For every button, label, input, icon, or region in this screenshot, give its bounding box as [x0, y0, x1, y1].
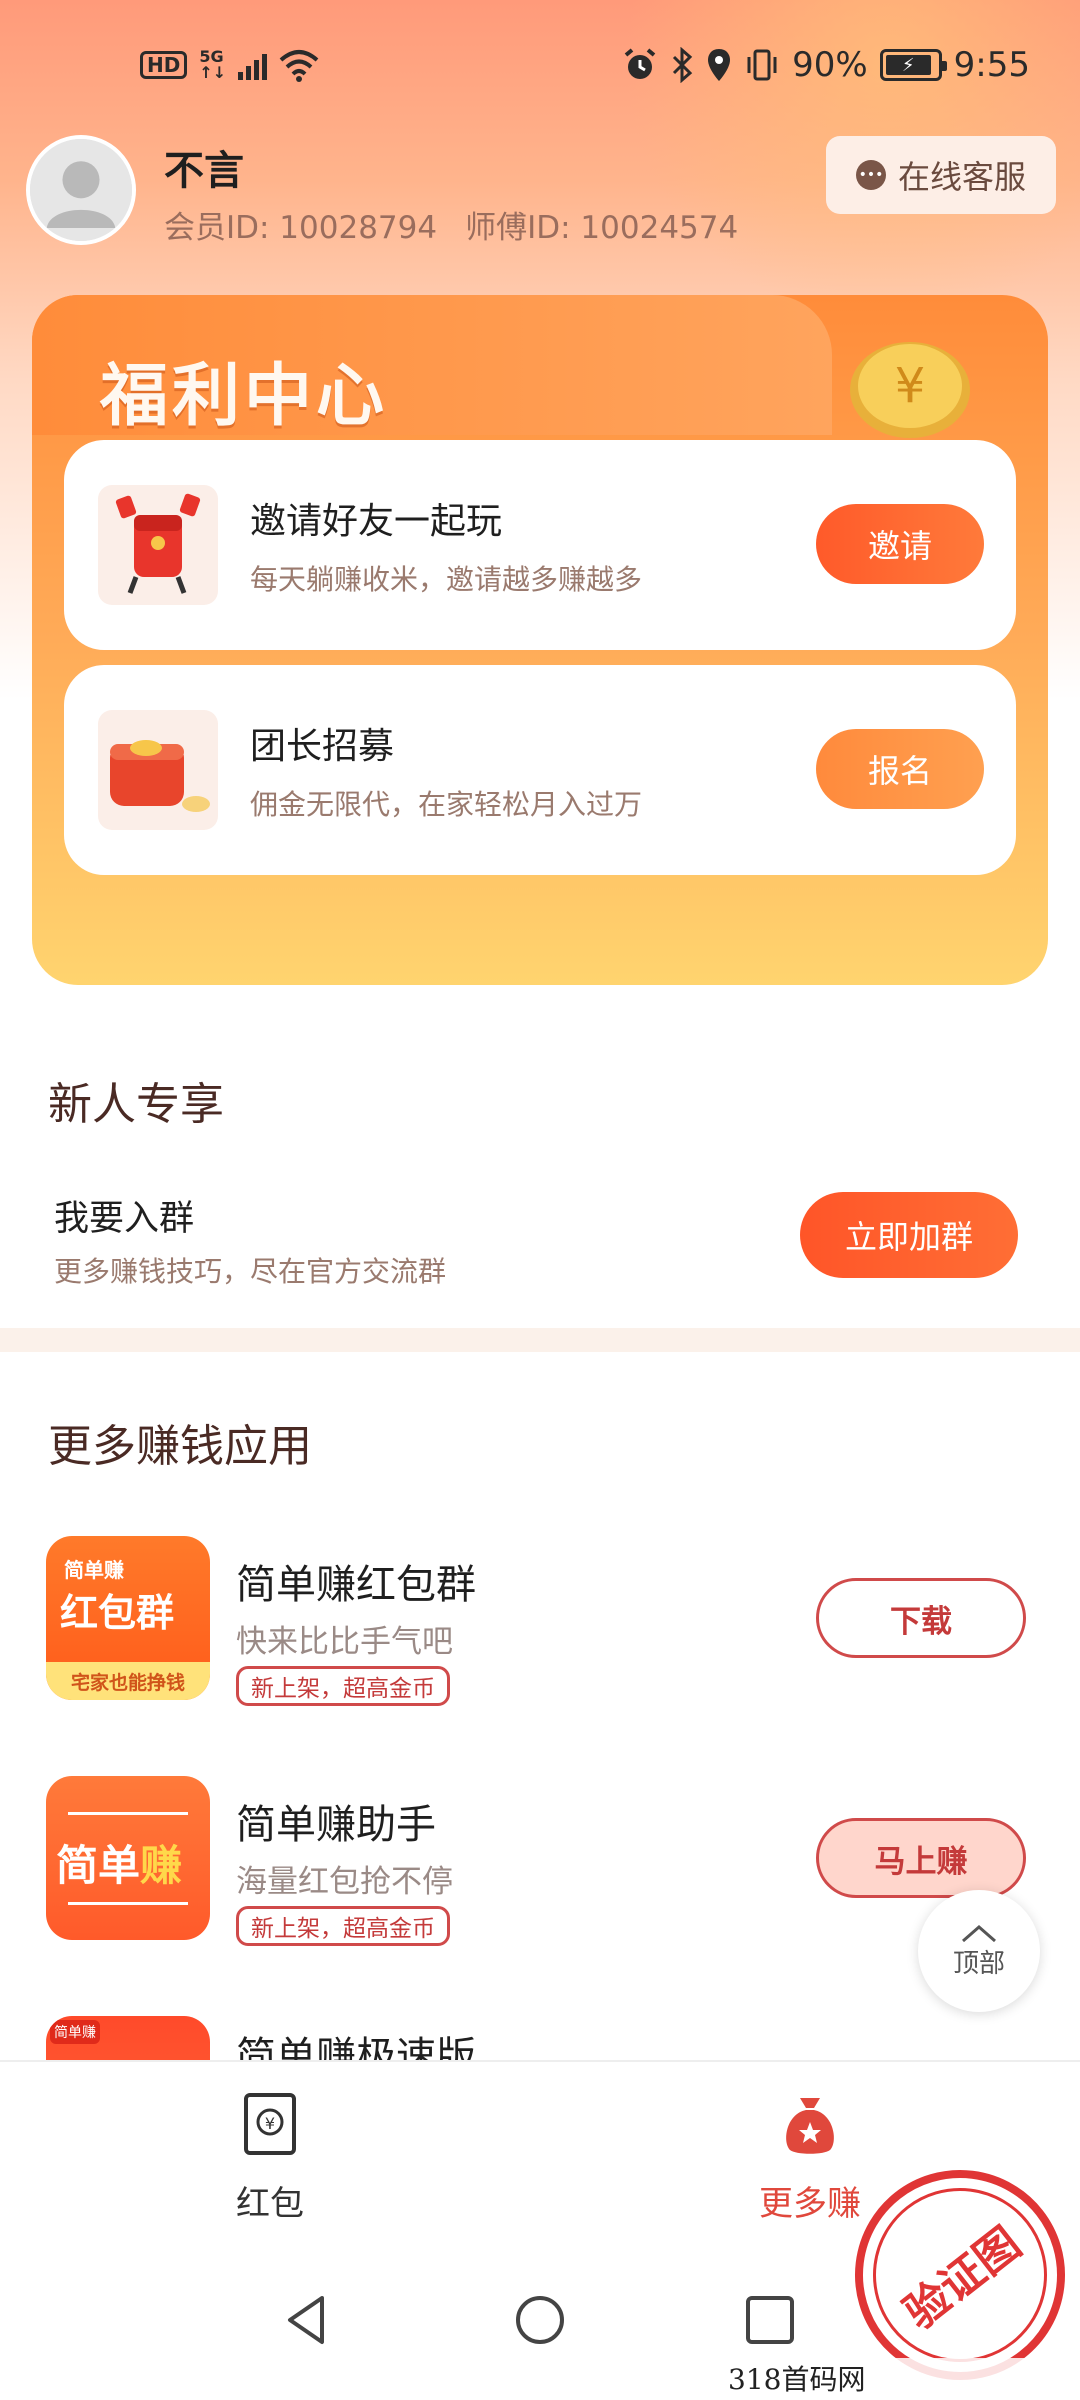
app-list-item[interactable]: 简单赚 简单赚极速版: [0, 2016, 1080, 2060]
newcomer-section-title: 新人专享: [48, 1079, 224, 1130]
coin-icon: ¥: [850, 342, 970, 438]
red-gift-box-icon: [98, 710, 218, 830]
red-envelope-icon: ¥: [244, 2093, 296, 2155]
alarm-icon: [624, 48, 656, 79]
svg-text:¥: ¥: [895, 358, 926, 414]
status-left: HD 5G ↑↓: [140, 48, 319, 82]
vibrate-icon: [747, 49, 777, 81]
join-group-title: 我要入群: [54, 1199, 195, 1239]
app-desc: 海量红包抢不停: [236, 1864, 453, 1900]
home-icon[interactable]: [510, 2290, 570, 2350]
join-group-button[interactable]: 立即加群: [800, 1192, 1018, 1278]
red-packet-group-app-icon: 简单赚 红包群 宅家也能挣钱: [46, 1536, 210, 1700]
invite-button[interactable]: 邀请: [816, 504, 984, 584]
svg-text:¥: ¥: [265, 2114, 275, 2133]
wifi-icon: [279, 50, 319, 82]
customer-service-button[interactable]: ••• 在线客服: [825, 136, 1056, 214]
task-desc: 每天躺赚收米，邀请越多赚越多: [250, 563, 643, 596]
bluetooth-icon: [673, 47, 693, 83]
site-watermark: 318首码网 www.e318.com: [728, 2358, 1080, 2400]
section-divider: [0, 1328, 1080, 1352]
money-bag-icon: [786, 2098, 834, 2154]
task-card-recruit[interactable]: 团长招募 佣金无限代，在家轻松月入过万 报名: [64, 665, 1016, 875]
signup-button[interactable]: 报名: [816, 729, 984, 809]
chat-icon: •••: [855, 160, 886, 190]
task-card-invite[interactable]: 邀请好友一起玩 每天躺赚收米，邀请越多赚越多 邀请: [64, 440, 1016, 650]
download-button[interactable]: 下载: [816, 1578, 1026, 1658]
clock: 9:55: [953, 45, 1030, 85]
app-name: 简单赚助手: [236, 1802, 436, 1848]
recents-icon[interactable]: [740, 2290, 800, 2350]
welfare-center-title: 福利中心: [100, 356, 389, 436]
user-icon: [30, 139, 132, 241]
earn-now-button[interactable]: 马上赚: [816, 1818, 1026, 1898]
task-desc: 佣金无限代，在家轻松月入过万: [250, 788, 643, 821]
battery-percent: 90%: [792, 45, 868, 85]
task-title: 团长招募: [250, 726, 395, 767]
express-app-icon: 简单赚: [46, 2016, 210, 2060]
hd-icon: HD: [140, 51, 188, 79]
status-right: 90% ⚡ 9:55: [622, 45, 1030, 85]
helper-app-icon: 简单赚: [46, 1776, 210, 1940]
profile-header: 不言 会员ID: 10028794 师傅ID: 10024574 ••• 在线客…: [26, 130, 1056, 250]
app-list-item[interactable]: 简单赚 简单赚助手 海量红包抢不停 新上架，超高金币 马上赚: [0, 1776, 1080, 1956]
app-list-item[interactable]: 简单赚 红包群 宅家也能挣钱 简单赚红包群 快来比比手气吧 新上架，超高金币 下…: [0, 1536, 1080, 1716]
join-group-desc: 更多赚钱技巧，尽在官方交流群: [54, 1255, 447, 1288]
network-icon: 5G ↑↓: [199, 47, 227, 82]
nav-label: 更多赚: [759, 2184, 861, 2224]
app-tag: 新上架，超高金币: [236, 1666, 450, 1706]
app-name: 简单赚红包群: [236, 1562, 476, 1608]
nav-label: 红包: [236, 2184, 304, 2224]
nav-item-red-packet[interactable]: ¥ 红包: [170, 2092, 370, 2225]
chevron-up-icon: [962, 1924, 996, 1942]
back-to-top-button[interactable]: 顶部: [918, 1890, 1040, 2012]
signal-icon: [238, 50, 268, 80]
app-tag: 新上架，超高金币: [236, 1906, 450, 1946]
avatar[interactable]: [26, 135, 136, 245]
app-desc: 快来比比手气吧: [236, 1624, 453, 1660]
red-envelope-mascot-icon: [98, 485, 218, 605]
back-icon[interactable]: [278, 2290, 338, 2350]
member-id: 会员ID: 10028794: [164, 210, 438, 246]
task-title: 邀请好友一起玩: [250, 501, 503, 542]
customer-service-label: 在线客服: [897, 158, 1026, 196]
more-apps-section-title: 更多赚钱应用: [48, 1421, 312, 1472]
app-name: 简单赚极速版: [236, 2034, 476, 2060]
location-icon: [708, 49, 731, 81]
user-ids: 会员ID: 10028794 师傅ID: 10024574: [164, 202, 738, 247]
master-id: 师傅ID: 10024574: [465, 210, 739, 246]
battery-icon: ⚡: [879, 49, 947, 81]
back-to-top-label: 顶部: [952, 1948, 1005, 1979]
status-bar: HD 5G ↑↓ 90% ⚡ 9:55: [0, 0, 1080, 130]
user-name: 不言: [164, 148, 244, 194]
